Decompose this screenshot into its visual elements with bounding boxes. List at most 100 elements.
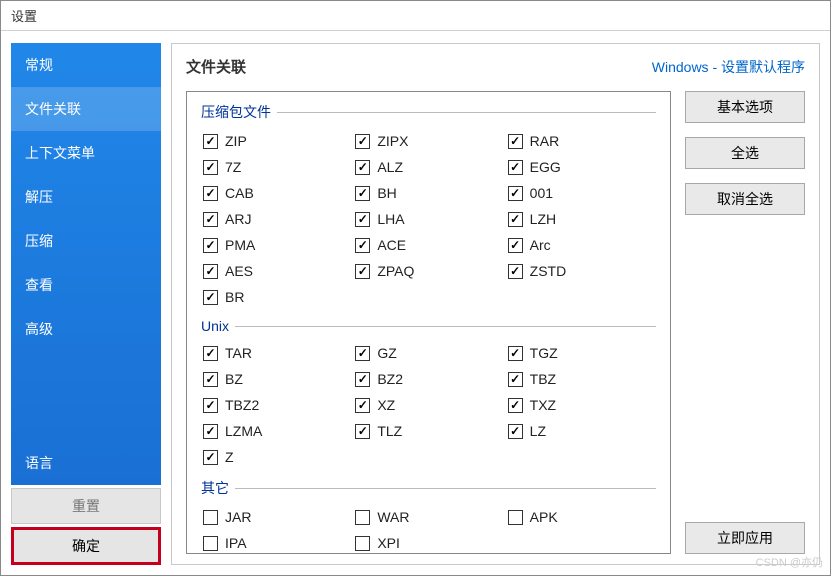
- checkbox-icon[interactable]: [508, 346, 523, 361]
- checkbox-icon[interactable]: [508, 372, 523, 387]
- checkbox-icon[interactable]: [203, 536, 218, 551]
- select-all-button[interactable]: 全选: [685, 137, 805, 169]
- checkbox-item[interactable]: TBZ: [508, 366, 656, 392]
- checkbox-icon[interactable]: [203, 372, 218, 387]
- checkbox-label: BR: [225, 289, 244, 305]
- checkbox-icon[interactable]: [203, 134, 218, 149]
- checkbox-icon[interactable]: [508, 510, 523, 525]
- checkbox-item[interactable]: EGG: [508, 154, 656, 180]
- checkbox-item[interactable]: WAR: [355, 504, 503, 530]
- sidebar-item-file-assoc[interactable]: 文件关联: [11, 87, 161, 131]
- checkbox-icon[interactable]: [355, 510, 370, 525]
- checkbox-icon[interactable]: [203, 346, 218, 361]
- deselect-all-button[interactable]: 取消全选: [685, 183, 805, 215]
- checkbox-icon[interactable]: [355, 212, 370, 227]
- checkbox-icon[interactable]: [508, 238, 523, 253]
- checkbox-icon[interactable]: [508, 264, 523, 279]
- checkbox-icon[interactable]: [203, 238, 218, 253]
- checkbox-item[interactable]: TGZ: [508, 340, 656, 366]
- sidebar-item-language[interactable]: 语言: [11, 441, 161, 485]
- checkbox-item[interactable]: ACE: [355, 232, 503, 258]
- checkbox-label: LZH: [530, 211, 556, 227]
- sidebar-item-extract[interactable]: 解压: [11, 175, 161, 219]
- checkbox-icon[interactable]: [203, 398, 218, 413]
- titlebar: 设置: [1, 1, 830, 31]
- checkbox-item[interactable]: 7Z: [203, 154, 351, 180]
- checkbox-icon[interactable]: [355, 346, 370, 361]
- checkbox-item[interactable]: ZIP: [203, 128, 351, 154]
- checkbox-item[interactable]: APK: [508, 504, 656, 530]
- checkbox-item[interactable]: JAR: [203, 504, 351, 530]
- checkbox-icon[interactable]: [203, 212, 218, 227]
- sidebar-item-context-menu[interactable]: 上下文菜单: [11, 131, 161, 175]
- checkbox-icon[interactable]: [203, 290, 218, 305]
- checkbox-item[interactable]: ZPAQ: [355, 258, 503, 284]
- checkbox-icon[interactable]: [203, 424, 218, 439]
- reset-button[interactable]: 重置: [11, 488, 161, 524]
- checkbox-item[interactable]: CAB: [203, 180, 351, 206]
- checkbox-icon[interactable]: [355, 134, 370, 149]
- checkbox-label: ZSTD: [530, 263, 567, 279]
- checkbox-item[interactable]: TBZ2: [203, 392, 351, 418]
- file-assoc-scroll[interactable]: 压缩包文件ZIPZIPXRAR7ZALZEGGCABBH001ARJLHALZH…: [187, 92, 670, 553]
- checkbox-icon[interactable]: [355, 186, 370, 201]
- checkbox-icon[interactable]: [355, 238, 370, 253]
- checkbox-item[interactable]: LZH: [508, 206, 656, 232]
- checkbox-label: ZIPX: [377, 133, 408, 149]
- checkbox-icon[interactable]: [355, 264, 370, 279]
- checkbox-item[interactable]: LZMA: [203, 418, 351, 444]
- checkbox-icon[interactable]: [508, 160, 523, 175]
- checkbox-label: XPI: [377, 535, 400, 551]
- basic-options-button[interactable]: 基本选项: [685, 91, 805, 123]
- checkbox-item[interactable]: IPA: [203, 530, 351, 553]
- checkbox-item[interactable]: 001: [508, 180, 656, 206]
- checkbox-icon[interactable]: [203, 450, 218, 465]
- checkbox-icon[interactable]: [508, 212, 523, 227]
- checkbox-item[interactable]: BR: [203, 284, 351, 310]
- checkbox-item[interactable]: ALZ: [355, 154, 503, 180]
- checkbox-item[interactable]: BH: [355, 180, 503, 206]
- checkbox-item[interactable]: LZ: [508, 418, 656, 444]
- checkbox-item[interactable]: TLZ: [355, 418, 503, 444]
- checkbox-icon[interactable]: [355, 424, 370, 439]
- checkbox-label: ZPAQ: [377, 263, 414, 279]
- page-title: 文件关联: [186, 56, 246, 77]
- sidebar-item-advanced[interactable]: 高级: [11, 307, 161, 351]
- sidebar-item-label: 解压: [25, 189, 53, 205]
- checkbox-item[interactable]: LHA: [355, 206, 503, 232]
- checkbox-icon[interactable]: [508, 424, 523, 439]
- checkbox-icon[interactable]: [355, 536, 370, 551]
- confirm-button[interactable]: 确定: [11, 527, 161, 565]
- checkbox-item[interactable]: RAR: [508, 128, 656, 154]
- checkbox-item[interactable]: BZ2: [355, 366, 503, 392]
- checkbox-icon[interactable]: [508, 134, 523, 149]
- checkbox-item[interactable]: BZ: [203, 366, 351, 392]
- checkbox-item[interactable]: XZ: [355, 392, 503, 418]
- checkbox-icon[interactable]: [355, 372, 370, 387]
- sidebar-item-compress[interactable]: 压缩: [11, 219, 161, 263]
- checkbox-item[interactable]: TXZ: [508, 392, 656, 418]
- sidebar-item-view[interactable]: 查看: [11, 263, 161, 307]
- checkbox-item[interactable]: TAR: [203, 340, 351, 366]
- checkbox-item[interactable]: AES: [203, 258, 351, 284]
- checkbox-item[interactable]: ARJ: [203, 206, 351, 232]
- checkbox-icon[interactable]: [508, 186, 523, 201]
- checkbox-item[interactable]: GZ: [355, 340, 503, 366]
- checkbox-item[interactable]: XPI: [355, 530, 503, 553]
- checkbox-item[interactable]: ZIPX: [355, 128, 503, 154]
- checkbox-icon[interactable]: [203, 264, 218, 279]
- windows-default-link[interactable]: Windows - 设置默认程序: [652, 57, 805, 77]
- checkbox-icon[interactable]: [203, 160, 218, 175]
- checkbox-icon[interactable]: [355, 398, 370, 413]
- sidebar-item-general[interactable]: 常规: [11, 43, 161, 87]
- checkbox-item[interactable]: ZSTD: [508, 258, 656, 284]
- checkbox-item[interactable]: Z: [203, 444, 351, 470]
- checkbox-item[interactable]: Arc: [508, 232, 656, 258]
- checkbox-icon[interactable]: [355, 160, 370, 175]
- checkbox-item[interactable]: PMA: [203, 232, 351, 258]
- checkbox-icon[interactable]: [508, 398, 523, 413]
- checkbox-icon[interactable]: [203, 510, 218, 525]
- apply-button[interactable]: 立即应用: [685, 522, 805, 554]
- main-header: 文件关联 Windows - 设置默认程序: [186, 56, 805, 77]
- checkbox-icon[interactable]: [203, 186, 218, 201]
